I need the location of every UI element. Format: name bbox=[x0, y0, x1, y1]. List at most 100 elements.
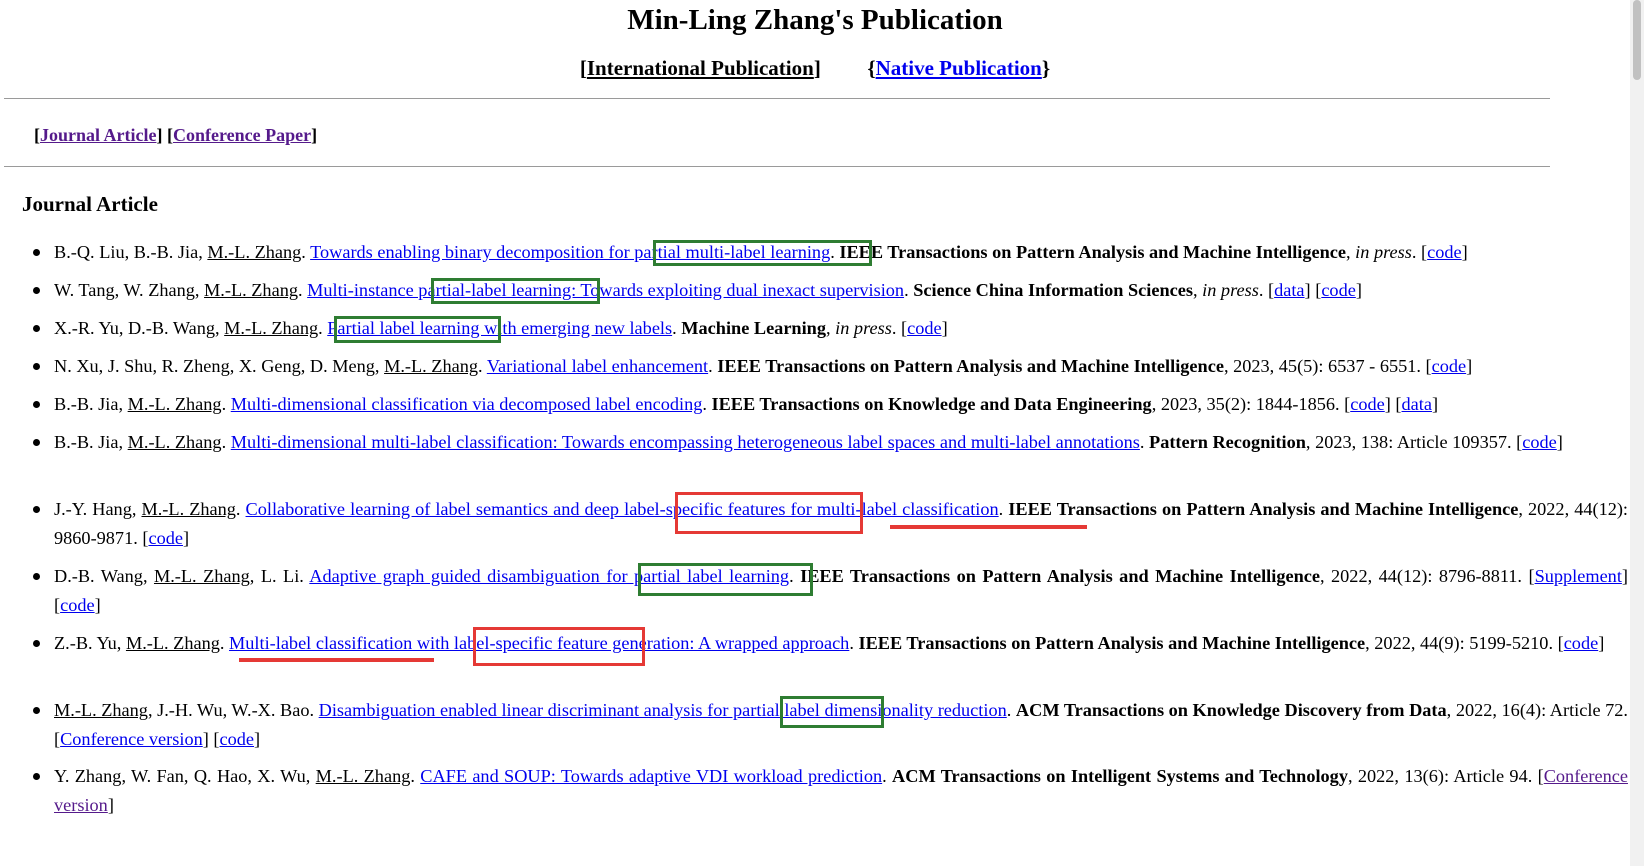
publication-title-link[interactable]: Adaptive graph guided disambiguation for… bbox=[309, 566, 789, 586]
publication-authors: Y. Zhang, W. Fan, Q. Hao, X. Wu, bbox=[54, 766, 316, 786]
publication-item: J.-Y. Hang, M.-L. Zhang. Collaborative l… bbox=[33, 495, 1628, 553]
native-publication-link[interactable]: Native Publication bbox=[876, 56, 1042, 80]
resource-link-code[interactable]: code bbox=[220, 729, 255, 749]
publication-venue: IEEE Transactions on Pattern Analysis an… bbox=[717, 356, 1224, 376]
international-publication-link[interactable]: International Publication bbox=[587, 56, 814, 80]
publication-authors: , J.-H. Wu, W.-X. Bao. bbox=[147, 700, 319, 720]
publication-item: W. Tang, W. Zhang, M.-L. Zhang. Multi-in… bbox=[33, 276, 1628, 305]
publication-venue: IEEE Transactions on Pattern Analysis an… bbox=[858, 633, 1366, 653]
publication-details: . bbox=[891, 318, 901, 338]
publication-title-link[interactable]: Collaborative learning of label semantic… bbox=[246, 499, 999, 519]
publication-venue: IEEE Transactions on Pattern Analysis an… bbox=[1008, 499, 1519, 519]
publication-item: M.-L. Zhang, J.-H. Wu, W.-X. Bao. Disamb… bbox=[33, 696, 1629, 754]
publication-item: N. Xu, J. Shu, R. Zheng, X. Geng, D. Men… bbox=[33, 352, 1628, 381]
publication-venue: ACM Transactions on Knowledge Discovery … bbox=[1015, 700, 1447, 720]
publication-authors: . bbox=[221, 432, 231, 452]
publication-authors: . bbox=[410, 766, 421, 786]
section-heading: Journal Article bbox=[22, 192, 158, 216]
publication-venue: IEEE Transactions on Pattern Analysis an… bbox=[839, 242, 1347, 262]
publication-authors: . bbox=[478, 356, 487, 376]
publication-item: B.-B. Jia, M.-L. Zhang. Multi-dimensiona… bbox=[33, 390, 1628, 419]
publication-venue: Science China Information Sciences bbox=[913, 280, 1193, 300]
publication-authors: N. Xu, J. Shu, R. Zheng, X. Geng, D. Men… bbox=[54, 356, 385, 376]
publication-authors: D.-B. Wang, bbox=[54, 566, 154, 586]
conference-paper-link[interactable]: Conference Paper bbox=[173, 125, 311, 145]
publication-title-link[interactable]: Variational label enhancement bbox=[487, 356, 708, 376]
publication-item: D.-B. Wang, M.-L. Zhang, L. Li. Adaptive… bbox=[33, 562, 1628, 620]
vertical-scrollbar[interactable] bbox=[1630, 0, 1644, 866]
in-press-label: in press bbox=[1202, 280, 1259, 300]
publication-details: , 2022, 44(9): 5199-5210. bbox=[1365, 633, 1558, 653]
publication-title-link[interactable]: Partial label learning with emerging new… bbox=[327, 318, 672, 338]
publication-details: , 2023, 35(2): 1844-1856. bbox=[1151, 394, 1345, 414]
publication-authors: . bbox=[221, 394, 231, 414]
publication-page: Min-Ling Zhang's Publication [Internatio… bbox=[0, 0, 1630, 866]
highlighted-author: M.-L. Zhang bbox=[127, 394, 222, 414]
publication-authors: X.-R. Yu, D.-B. Wang, bbox=[54, 318, 225, 338]
publication-details: , 2022, 13(6): Article 94. bbox=[1347, 766, 1538, 786]
resource-link-data[interactable]: data bbox=[1274, 280, 1304, 300]
resource-link-data[interactable]: data bbox=[1402, 394, 1432, 414]
publication-item: B.-Q. Liu, B.-B. Jia, M.-L. Zhang. Towar… bbox=[33, 238, 1628, 267]
highlighted-author: M.-L. Zhang bbox=[153, 566, 250, 586]
section-divider bbox=[4, 166, 1550, 167]
top-divider bbox=[4, 98, 1550, 99]
highlighted-author: M.-L. Zhang bbox=[224, 318, 319, 338]
publication-title-link[interactable]: Disambiguation enabled linear discrimina… bbox=[319, 700, 1007, 720]
publication-authors: . bbox=[235, 499, 246, 519]
publication-venue: Pattern Recognition bbox=[1149, 432, 1306, 452]
publication-title-link[interactable]: CAFE and SOUP: Towards adaptive VDI work… bbox=[420, 766, 882, 786]
publication-authors: , L. Li. bbox=[249, 566, 310, 586]
highlighted-author: M.-L. Zhang bbox=[384, 356, 478, 376]
resource-link-supplement[interactable]: Supplement bbox=[1535, 566, 1622, 586]
highlighted-author: M.-L. Zhang bbox=[315, 766, 411, 786]
resource-link-code[interactable]: code bbox=[148, 528, 183, 548]
resource-link-code[interactable]: code bbox=[907, 318, 942, 338]
publication-details: , 2023, 45(5): 6537 - 6551. bbox=[1223, 356, 1426, 376]
publication-authors: Z.-B. Yu, bbox=[54, 633, 126, 653]
publication-details: , 2022, 16(4): Article 72. bbox=[1446, 700, 1629, 720]
in-press-label: in press bbox=[835, 318, 892, 338]
publication-item: Y. Zhang, W. Fan, Q. Hao, X. Wu, M.-L. Z… bbox=[33, 762, 1628, 820]
publication-title-link[interactable]: Multi-label classification with label-sp… bbox=[229, 633, 849, 653]
resource-link-code[interactable]: code bbox=[1321, 280, 1356, 300]
publication-details: , bbox=[1346, 242, 1356, 262]
publication-venue: IEEE Transactions on Knowledge and Data … bbox=[711, 394, 1152, 414]
resource-link-code[interactable]: code bbox=[60, 595, 95, 615]
highlighted-author: M.-L. Zhang bbox=[141, 499, 236, 519]
in-press-label: in press bbox=[1355, 242, 1412, 262]
publication-item: X.-R. Yu, D.-B. Wang, M.-L. Zhang. Parti… bbox=[33, 314, 1628, 343]
publication-authors: . bbox=[297, 280, 308, 300]
publication-item: Z.-B. Yu, M.-L. Zhang. Multi-label class… bbox=[33, 629, 1628, 658]
highlighted-author: M.-L. Zhang bbox=[125, 633, 220, 653]
publication-details: , 2022, 44(12): 8796-8811. bbox=[1320, 566, 1529, 586]
publication-details: , bbox=[826, 318, 836, 338]
scrollbar-thumb[interactable] bbox=[1633, 0, 1641, 80]
publication-title-link[interactable]: Multi-dimensional classification via dec… bbox=[231, 394, 703, 414]
publication-venue: ACM Transactions on Intelligent Systems … bbox=[892, 766, 1348, 786]
highlight-underline-red bbox=[239, 658, 434, 662]
publication-details: . bbox=[1258, 280, 1268, 300]
resource-link-code[interactable]: code bbox=[1350, 394, 1385, 414]
publication-title-link[interactable]: Multi-dimensional multi-label classifica… bbox=[231, 432, 1140, 452]
publication-title-link[interactable]: Towards enabling binary decomposition fo… bbox=[310, 242, 830, 262]
highlighted-author: M.-L. Zhang bbox=[207, 242, 302, 262]
publication-authors: . bbox=[301, 242, 311, 262]
publication-authors: . bbox=[318, 318, 328, 338]
highlighted-author: M.-L. Zhang bbox=[54, 700, 148, 720]
resource-link-code[interactable]: code bbox=[1564, 633, 1599, 653]
publication-details: , bbox=[1193, 280, 1203, 300]
publication-title-link[interactable]: Multi-instance partial-label learning: T… bbox=[307, 280, 904, 300]
resource-link-code[interactable]: code bbox=[1432, 356, 1467, 376]
publication-authors: B.-B. Jia, bbox=[54, 432, 128, 452]
publication-venue: Machine Learning bbox=[681, 318, 826, 338]
publication-details: , 2023, 138: Article 109357. bbox=[1305, 432, 1517, 452]
journal-article-link[interactable]: Journal Article bbox=[40, 125, 156, 145]
publication-item: B.-B. Jia, M.-L. Zhang. Multi-dimensiona… bbox=[33, 428, 1628, 457]
publication-authors: W. Tang, W. Zhang, bbox=[54, 280, 205, 300]
resource-link-conference-version[interactable]: Conference version bbox=[60, 729, 203, 749]
resource-link-code[interactable]: code bbox=[1427, 242, 1462, 262]
resource-link-code[interactable]: code bbox=[1522, 432, 1557, 452]
publication-authors: B.-Q. Liu, B.-B. Jia, bbox=[54, 242, 208, 262]
publication-authors: J.-Y. Hang, bbox=[54, 499, 142, 519]
